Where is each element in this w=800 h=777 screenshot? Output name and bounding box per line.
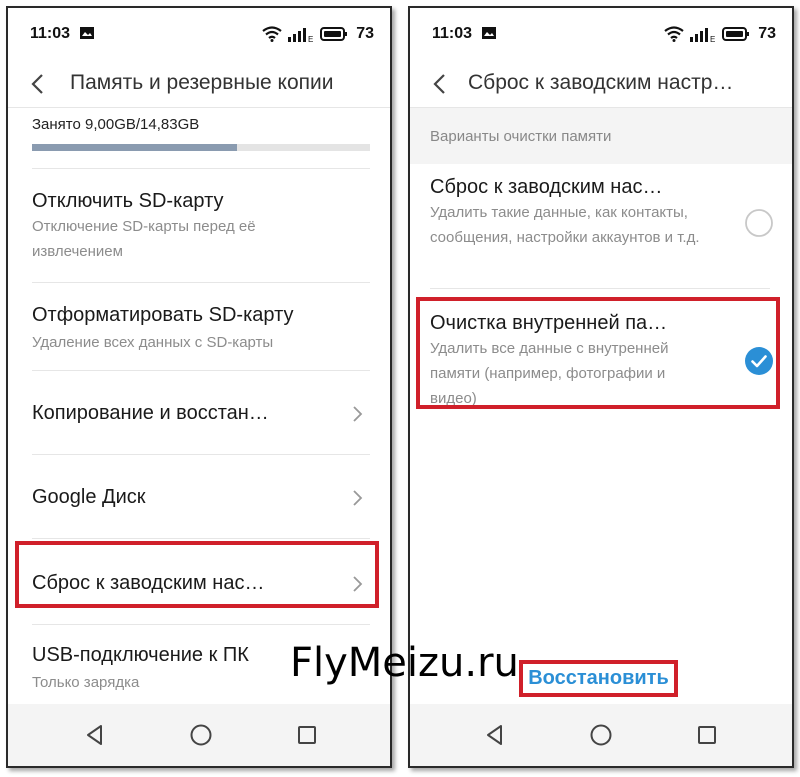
- navigation-bar: [410, 704, 792, 766]
- item-subtitle: Только зарядка: [32, 674, 140, 691]
- item-title: Отключить SD-карту: [32, 190, 224, 212]
- restore-button[interactable]: Восстановить: [519, 660, 678, 697]
- item-title: Отформатировать SD-карту: [32, 304, 294, 326]
- unmount-sd-card-item[interactable]: Отключить SD-карту Отключение SD-карты п…: [8, 168, 390, 282]
- storage-usage-bar: [32, 144, 370, 151]
- page-title: Сброс к заводским настр…: [468, 71, 734, 94]
- watermark: FlyMeizu.ru: [290, 640, 519, 686]
- status-time: 11:03: [30, 25, 71, 42]
- nav-back-icon[interactable]: [82, 722, 108, 748]
- battery-level: 73: [758, 25, 776, 42]
- storage-usage-fill: [32, 144, 238, 151]
- system-icons: E 73: [262, 25, 374, 43]
- status-bar: 11:03 E 73: [410, 8, 792, 60]
- radio-unchecked-icon[interactable]: [744, 208, 774, 238]
- network-type-label: E: [308, 35, 313, 42]
- nav-back-icon[interactable]: [482, 722, 508, 748]
- battery-icon: [320, 27, 348, 41]
- item-subtitle: Удаление всех данных с SD-карты: [32, 334, 274, 351]
- divider: [430, 288, 770, 289]
- nav-recents-icon[interactable]: [294, 722, 320, 748]
- chevron-right-icon: [353, 406, 363, 422]
- section-header: Варианты очистки памяти: [410, 108, 792, 164]
- highlight-factory-reset: [15, 541, 379, 608]
- backup-restore-item[interactable]: Копирование и восстан…: [8, 370, 390, 454]
- nav-recents-icon[interactable]: [694, 722, 720, 748]
- app-bar: Сброс к заводским настр…: [410, 60, 792, 108]
- item-title: Google Диск: [32, 486, 146, 508]
- page-title: Память и резервные копии: [70, 71, 334, 94]
- signal-icon: E: [288, 28, 314, 42]
- app-bar: Память и резервные копии: [8, 60, 390, 108]
- nav-home-icon[interactable]: [588, 722, 614, 748]
- signal-icon: E: [690, 28, 716, 42]
- status-bar: 11:03 E 73: [8, 8, 390, 60]
- section-header-label: Варианты очистки памяти: [430, 128, 612, 145]
- battery-icon: [722, 27, 750, 41]
- notification-icon: [482, 27, 496, 39]
- notification-icon: [80, 27, 94, 39]
- storage-usage-label: Занято 9,00GB/14,83GB: [32, 116, 200, 133]
- reset-option-factory[interactable]: Сброс к заводским нас… Удалить такие дан…: [410, 164, 792, 288]
- option-title: Сброс к заводским нас…: [430, 176, 663, 198]
- highlight-internal-memory-option: [416, 297, 780, 409]
- wifi-icon: [262, 26, 282, 42]
- item-title: Копирование и восстан…: [32, 402, 269, 424]
- item-subtitle: Отключение SD-карты перед её извлечением: [32, 218, 256, 260]
- battery-level: 73: [356, 25, 374, 42]
- network-type-label: E: [710, 35, 715, 42]
- back-arrow-icon[interactable]: [430, 72, 450, 96]
- option-subtitle: Удалить такие данные, как контакты, сооб…: [430, 204, 700, 246]
- status-time: 11:03: [432, 25, 473, 42]
- back-arrow-icon[interactable]: [28, 72, 48, 96]
- google-drive-item[interactable]: Google Диск: [8, 454, 390, 538]
- item-title: USB-подключение к ПК: [32, 644, 249, 666]
- format-sd-card-item[interactable]: Отформатировать SD-карту Удаление всех д…: [8, 282, 390, 370]
- navigation-bar: [8, 704, 390, 766]
- system-icons: E 73: [664, 25, 776, 43]
- chevron-right-icon: [353, 490, 363, 506]
- wifi-icon: [664, 26, 684, 42]
- nav-home-icon[interactable]: [188, 722, 214, 748]
